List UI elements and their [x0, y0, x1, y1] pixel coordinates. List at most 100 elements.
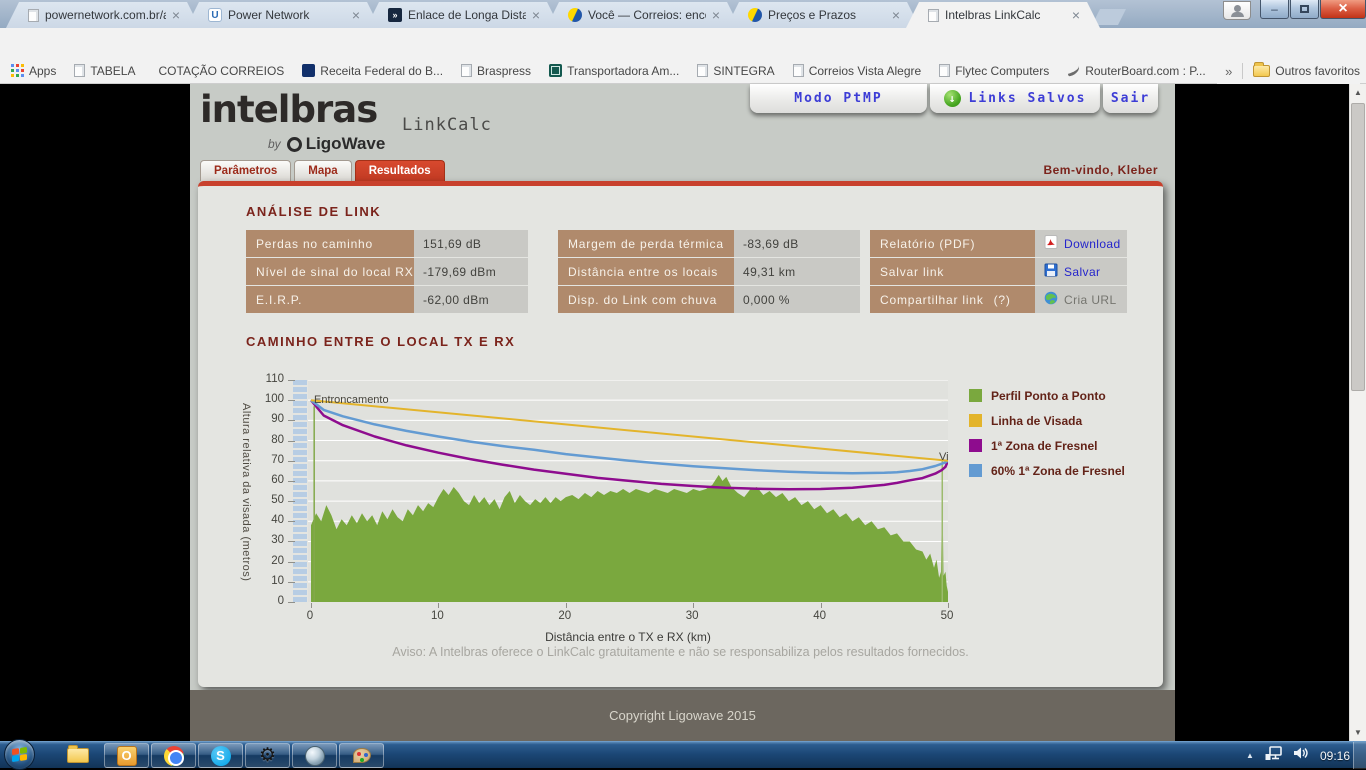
browser-tab[interactable]: Intelbras LinkCalc ×: [906, 2, 1100, 28]
tab-close-icon[interactable]: ×: [712, 9, 720, 21]
x-tick-mark: [565, 603, 567, 608]
site-tab-parâmetros[interactable]: Parâmetros: [200, 160, 292, 181]
value-text: -83,69 dB: [743, 236, 799, 251]
taskbar-app-gear[interactable]: ⚙: [245, 743, 290, 768]
legend-label: Perfil Ponto a Ponto: [991, 388, 1106, 403]
y-tick-label: 10: [271, 574, 284, 587]
taskbar-app-outlook[interactable]: O: [104, 743, 149, 768]
chart-y-axis-title: Altura relativa da visada (metros): [240, 402, 252, 582]
scroll-up-button[interactable]: ▲: [1350, 84, 1366, 101]
y-tick-mark: [288, 420, 295, 422]
show-desktop-button[interactable]: [1353, 742, 1366, 769]
chart-legend: Perfil Ponto a Ponto Linha de Visada 1ª Zo…: [969, 383, 1125, 483]
scrollbar-thumb[interactable]: [1351, 103, 1365, 391]
taskbar-explorer-button[interactable]: [56, 742, 100, 769]
browser-tab[interactable]: Preços e Prazos ×: [726, 2, 920, 28]
y-tick-mark: [288, 521, 295, 523]
close-window-button[interactable]: ×: [1320, 0, 1366, 19]
bookmark-item[interactable]: Braspress: [461, 64, 531, 78]
browser-tab[interactable]: » Enlace de Longa Distancia ×: [366, 2, 560, 28]
start-button[interactable]: [4, 739, 35, 770]
bookmark-item[interactable]: COTAÇÃO CORREIOS: [154, 64, 285, 78]
bookmark-label: Braspress: [477, 63, 532, 78]
earth-icon: [304, 745, 325, 766]
bookmark-item[interactable]: RouterBoard.com : P...: [1066, 64, 1206, 78]
globe-icon: [1044, 291, 1058, 308]
tab-close-icon[interactable]: ×: [352, 9, 360, 21]
browser-tab[interactable]: Você — Correios: encome ×: [546, 2, 740, 28]
taskbar-clock[interactable]: 09:16: [1320, 749, 1350, 763]
path-profile-chart: Entroncamento Vi: [308, 380, 948, 602]
taskbar-app-earth[interactable]: [292, 743, 337, 768]
tab-title: Você — Correios: encome: [588, 8, 705, 22]
tab-close-icon[interactable]: ×: [172, 9, 180, 21]
correios-icon: [568, 8, 582, 22]
page-icon: [939, 64, 951, 77]
apps-shortcut[interactable]: Apps: [10, 64, 56, 78]
chart-annotation: Vi: [939, 451, 948, 463]
site-tab-resultados[interactable]: Resultados: [354, 160, 445, 181]
browser-tab[interactable]: powernetwork.com.br/adr ×: [6, 2, 200, 28]
tab-close-icon[interactable]: ×: [892, 9, 900, 21]
tab-close-icon[interactable]: ×: [1072, 9, 1080, 21]
bookmark-item[interactable]: TABELA: [74, 64, 136, 78]
help-icon[interactable]: (?): [994, 293, 1011, 307]
header-button-links-salvos[interactable]: ↓ Links Salvos: [930, 84, 1100, 113]
value-text: 151,69 dB: [423, 236, 482, 251]
tab-title: Enlace de Longa Distancia: [408, 8, 526, 22]
bookmark-item[interactable]: Transportadora Am...: [549, 64, 679, 78]
table-row: Perdas no caminho 151,69 dB: [246, 230, 528, 257]
chart-x-axis-title: Distância entre o TX e RX (km): [545, 630, 711, 644]
table-row: E.I.R.P. -62,00 dBm: [246, 286, 528, 313]
other-bookmarks-button[interactable]: Outros favoritos: [1253, 62, 1360, 78]
maximize-button[interactable]: [1290, 0, 1319, 19]
row-value: -62,00 dBm: [414, 286, 528, 313]
bookmark-item[interactable]: Receita Federal do B...: [302, 64, 443, 78]
tab-close-icon[interactable]: ×: [532, 9, 540, 21]
volume-icon[interactable]: [1293, 746, 1309, 765]
header-button-sair[interactable]: Sair: [1103, 84, 1158, 113]
minimize-button[interactable]: –: [1260, 0, 1289, 19]
x-tick-label: 0: [306, 610, 314, 622]
y-tick-mark: [288, 602, 295, 603]
action-salvar[interactable]: Salvar: [1064, 265, 1100, 279]
page-scrollbar[interactable]: ▲ ▼: [1349, 84, 1366, 741]
tab-strip-tabs: powernetwork.com.br/adr×UPower Network×»…: [6, 2, 1126, 28]
hidden-icons-button[interactable]: ▲: [1246, 751, 1254, 760]
bookmark-item[interactable]: Correios Vista Alegre: [792, 64, 921, 78]
action-download[interactable]: Download: [1064, 237, 1121, 251]
legend-item: 60% 1ª Zona de Fresnel: [969, 458, 1125, 483]
transportadora-icon: [549, 64, 563, 77]
scroll-down-button[interactable]: ▼: [1350, 724, 1366, 741]
x-tick-mark: [693, 603, 695, 608]
y-tick-label: 70: [271, 453, 284, 466]
header-button-modo-ptmp[interactable]: Modo PtMP: [750, 84, 927, 113]
bookmarks-bar: Apps TABELA COTAÇÃO CORREIOS Receita Feder…: [0, 58, 1366, 84]
legend-item: Linha de Visada: [969, 408, 1125, 433]
row-value: 151,69 dB: [414, 230, 528, 257]
network-icon[interactable]: [1265, 745, 1282, 766]
outlook-icon: O: [116, 745, 137, 766]
tab-title: Intelbras LinkCalc: [945, 8, 1041, 22]
row-value: 49,31 km: [734, 258, 860, 285]
bookmarks-overflow-button[interactable]: »: [1225, 64, 1232, 79]
folder-icon: [1253, 62, 1271, 77]
divider: [1242, 63, 1244, 79]
taskbar-app-skype[interactable]: S: [198, 743, 243, 768]
site-tab-mapa[interactable]: Mapa: [294, 160, 352, 181]
header-button-label: Sair: [1110, 91, 1151, 106]
browser-tab[interactable]: U Power Network ×: [186, 2, 380, 28]
y-tick-mark: [288, 501, 295, 503]
receita-icon: [302, 64, 316, 77]
row-label: Distância entre os locais: [558, 258, 734, 285]
table-row: Nível de sinal do local RX -179,69 dBm: [246, 258, 528, 285]
by-label: by: [268, 137, 281, 151]
taskbar-app-paint[interactable]: [339, 743, 384, 768]
action-cria-url[interactable]: Cria URL: [1064, 293, 1117, 307]
bookmark-item[interactable]: Flytec Computers: [939, 64, 1049, 78]
explorer-folder-icon: [67, 745, 89, 763]
bookmark-item[interactable]: SINTEGRA: [697, 64, 775, 78]
intelbras-logo: intelbras: [200, 88, 378, 131]
taskbar-app-chrome[interactable]: [151, 743, 196, 768]
profile-button[interactable]: [1223, 1, 1251, 20]
